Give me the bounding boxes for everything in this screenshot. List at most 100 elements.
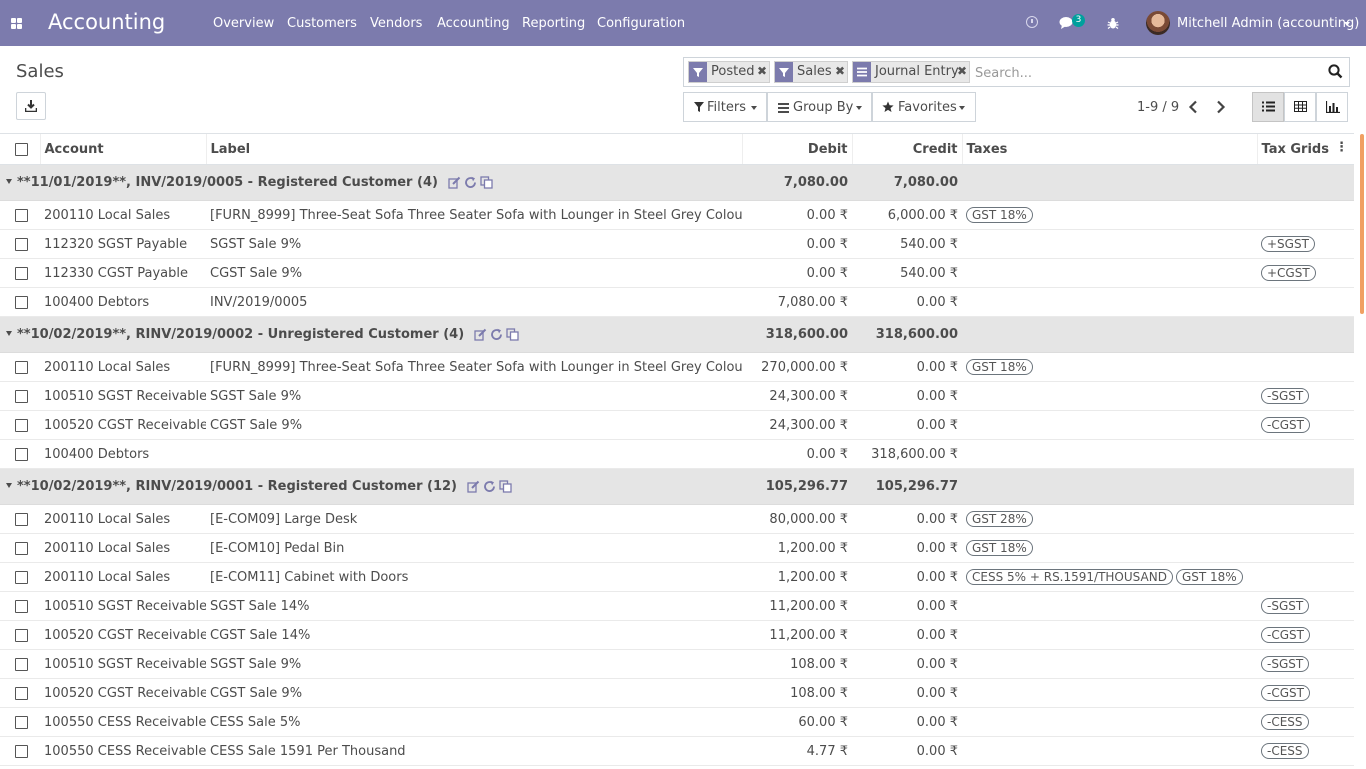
cell-debit[interactable]: 4.77 ₹ <box>742 737 852 766</box>
row-checkbox[interactable] <box>15 390 28 403</box>
facet-remove-icon[interactable]: ✖ <box>835 64 845 78</box>
row-select-cell[interactable] <box>0 650 40 679</box>
cell-label[interactable]: CESS Sale 5% <box>206 708 742 737</box>
cell-taxes[interactable] <box>962 737 1257 766</box>
cell-tax-grids[interactable]: -SGST <box>1257 650 1354 679</box>
cell-credit[interactable]: 540.00 ₹ <box>852 259 962 288</box>
facet-remove-icon[interactable]: ✖ <box>757 64 767 78</box>
cell-credit[interactable]: 0.00 ₹ <box>852 288 962 317</box>
favorites-dropdown[interactable]: Favorites <box>872 92 976 122</box>
row-select-cell[interactable] <box>0 353 40 382</box>
cell-debit[interactable]: 0.00 ₹ <box>742 259 852 288</box>
cell-account[interactable]: 200110 Local Sales <box>40 505 206 534</box>
group-header[interactable]: **10/02/2019**, RINV/2019/0002 - Unregis… <box>0 317 742 353</box>
edit-icon[interactable] <box>448 176 464 190</box>
cell-label[interactable]: CGST Sale 9% <box>206 411 742 440</box>
pager-next-button[interactable] <box>1216 100 1230 114</box>
cell-credit[interactable]: 0.00 ₹ <box>852 766 962 769</box>
cell-credit[interactable]: 318,600.00 ₹ <box>852 440 962 469</box>
cell-label[interactable]: SGST Sale 9% <box>206 766 742 769</box>
cell-tax-grids[interactable] <box>1257 563 1354 592</box>
column-tax-grids[interactable]: Tax Grids ⋮ <box>1257 134 1354 165</box>
menu-accounting[interactable]: Accounting <box>437 16 510 31</box>
table-row[interactable]: 100550 CESS ReceivableCESS Sale 5%60.00 … <box>0 708 1354 737</box>
cell-account[interactable]: 100550 CESS Receivable <box>40 737 206 766</box>
refresh-icon[interactable] <box>490 328 506 342</box>
row-select-cell[interactable] <box>0 505 40 534</box>
row-select-cell[interactable] <box>0 230 40 259</box>
table-row[interactable]: 100400 Debtors0.00 ₹318,600.00 ₹ <box>0 440 1354 469</box>
cell-label[interactable]: [FURN_8999] Three-Seat Sofa Three Seater… <box>206 353 742 382</box>
cell-debit[interactable]: 108.00 ₹ <box>742 679 852 708</box>
group-header[interactable]: **10/02/2019**, RINV/2019/0001 - Registe… <box>0 469 742 505</box>
cell-account[interactable]: 100550 CESS Receivable <box>40 708 206 737</box>
cell-debit[interactable]: 0.00 ₹ <box>742 201 852 230</box>
row-select-cell[interactable] <box>0 534 40 563</box>
facet-remove-icon[interactable]: ✖ <box>957 64 967 78</box>
cell-label[interactable]: [E-COM10] Pedal Bin <box>206 534 742 563</box>
cell-account[interactable]: 100510 SGST Receivable <box>40 382 206 411</box>
cell-label[interactable]: [E-COM09] Large Desk <box>206 505 742 534</box>
cell-credit[interactable]: 0.00 ₹ <box>852 708 962 737</box>
copy-icon[interactable] <box>480 176 496 190</box>
table-row[interactable]: 100550 CESS ReceivableCESS Sale 1591 Per… <box>0 737 1354 766</box>
menu-vendors[interactable]: Vendors <box>370 16 422 31</box>
row-select-cell[interactable] <box>0 288 40 317</box>
list-view-button[interactable] <box>1252 92 1284 122</box>
row-select-cell[interactable] <box>0 679 40 708</box>
cell-credit[interactable]: 0.00 ₹ <box>852 353 962 382</box>
cell-tax-grids[interactable] <box>1257 201 1354 230</box>
cell-debit[interactable]: 7,080.00 ₹ <box>742 288 852 317</box>
cell-debit[interactable]: 1,200.00 ₹ <box>742 563 852 592</box>
cell-debit[interactable]: 11,200.00 ₹ <box>742 621 852 650</box>
cell-taxes[interactable] <box>962 288 1257 317</box>
cell-debit[interactable]: 60.00 ₹ <box>742 708 852 737</box>
row-checkbox[interactable] <box>15 658 28 671</box>
cell-label[interactable]: SGST Sale 9% <box>206 230 742 259</box>
cell-taxes[interactable]: GST 18% <box>962 534 1257 563</box>
cell-tax-grids[interactable]: -SGST <box>1257 766 1354 769</box>
cell-taxes[interactable] <box>962 440 1257 469</box>
row-checkbox[interactable] <box>15 745 28 758</box>
cell-tax-grids[interactable]: -SGST <box>1257 592 1354 621</box>
user-menu[interactable]: Mitchell Admin (accounting) <box>1177 16 1359 31</box>
cell-account[interactable]: 100400 Debtors <box>40 440 206 469</box>
column-account[interactable]: Account <box>40 134 206 165</box>
cell-credit[interactable]: 0.00 ₹ <box>852 411 962 440</box>
cell-taxes[interactable]: GST 18% <box>962 353 1257 382</box>
row-checkbox[interactable] <box>15 513 28 526</box>
apps-menu-button[interactable] <box>0 0 34 46</box>
cell-tax-grids[interactable]: -SGST <box>1257 382 1354 411</box>
cell-label[interactable] <box>206 440 742 469</box>
cell-taxes[interactable] <box>962 411 1257 440</box>
cell-taxes[interactable] <box>962 382 1257 411</box>
cell-credit[interactable]: 0.00 ₹ <box>852 534 962 563</box>
row-select-cell[interactable] <box>0 621 40 650</box>
row-checkbox[interactable] <box>15 716 28 729</box>
cell-account[interactable]: 200110 Local Sales <box>40 201 206 230</box>
cell-taxes[interactable] <box>962 621 1257 650</box>
row-checkbox[interactable] <box>15 361 28 374</box>
cell-tax-grids[interactable]: -CGST <box>1257 679 1354 708</box>
select-all-checkbox-cell[interactable] <box>0 134 40 165</box>
select-all-checkbox[interactable] <box>15 143 28 156</box>
edit-icon[interactable] <box>474 328 490 342</box>
cell-label[interactable]: [FURN_8999] Three-Seat Sofa Three Seater… <box>206 201 742 230</box>
menu-overview[interactable]: Overview <box>213 16 274 31</box>
menu-customers[interactable]: Customers <box>287 16 357 31</box>
cell-credit[interactable]: 6,000.00 ₹ <box>852 201 962 230</box>
cell-credit[interactable]: 540.00 ₹ <box>852 230 962 259</box>
cell-tax-grids[interactable]: -CGST <box>1257 621 1354 650</box>
row-checkbox[interactable] <box>15 600 28 613</box>
cell-label[interactable]: CESS Sale 1591 Per Thousand <box>206 737 742 766</box>
row-select-cell[interactable] <box>0 766 40 769</box>
table-row[interactable]: 112330 CGST PayableCGST Sale 9%0.00 ₹540… <box>0 259 1354 288</box>
cell-tax-grids[interactable] <box>1257 505 1354 534</box>
cell-taxes[interactable]: GST 28% <box>962 505 1257 534</box>
column-debit[interactable]: Debit <box>742 134 852 165</box>
cell-taxes[interactable] <box>962 259 1257 288</box>
row-checkbox[interactable] <box>15 629 28 642</box>
cell-account[interactable]: 100520 CGST Receivable <box>40 411 206 440</box>
table-row[interactable]: 200110 Local Sales[E-COM10] Pedal Bin1,2… <box>0 534 1354 563</box>
edit-icon[interactable] <box>467 480 483 494</box>
